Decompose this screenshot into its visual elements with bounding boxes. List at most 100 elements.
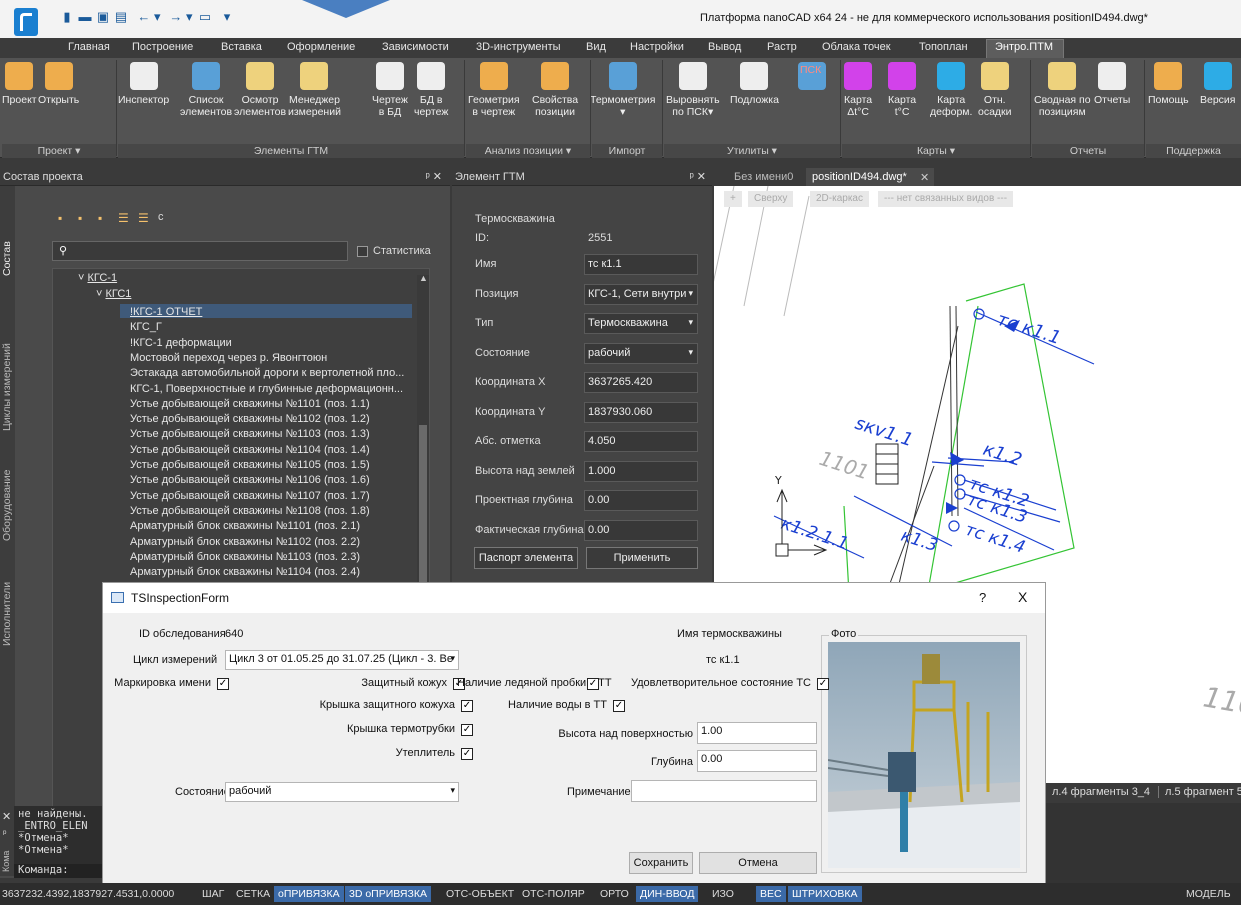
status-toggle[interactable]: ШАГ xyxy=(198,886,228,902)
vtab-executors[interactable]: Исполнители xyxy=(1,582,13,646)
tab-topoplan[interactable]: Топоплан xyxy=(919,41,968,53)
save-as-icon[interactable]: ▤ xyxy=(114,10,128,24)
group-project[interactable]: Проект ▾ xyxy=(2,144,116,158)
ribbon-button-10[interactable]: Термометрия ▾ xyxy=(590,62,655,118)
tree-item[interactable]: Устье добывающей скважины №1105 (поз. 1.… xyxy=(130,459,370,471)
status-toggle[interactable]: 3D оПРИВЯЗКА xyxy=(345,886,431,902)
print-icon[interactable]: ▭ xyxy=(198,10,212,24)
doc-tab-untitled[interactable]: Без имени0 xyxy=(734,171,793,183)
inspection-checkbox[interactable]: ✓ xyxy=(613,700,625,712)
tree-root-node[interactable]: ˅ КГС-1 xyxy=(78,272,117,284)
view-style-button[interactable]: 2D-каркас xyxy=(810,191,869,207)
tree-scrollbar-thumb[interactable] xyxy=(419,425,427,595)
status-toggle[interactable]: ВЕС xyxy=(756,886,786,902)
edit-icon[interactable]: ▪ xyxy=(78,211,82,225)
inspection-checkbox[interactable]: ✓ xyxy=(461,700,473,712)
status-toggle[interactable]: ШТРИХОВКА xyxy=(788,886,862,902)
open-file-icon[interactable]: ▬ xyxy=(78,10,92,24)
tree-item[interactable]: Устье добывающей скважины №1107 (поз. 1.… xyxy=(130,490,370,502)
dialog-close-button[interactable]: X xyxy=(1018,589,1027,605)
ribbon-button-6[interactable]: Чертеж в БД xyxy=(372,62,408,118)
tab-constraints[interactable]: Зависимости xyxy=(382,41,449,53)
ribbon-button-7[interactable]: БД в чертеж xyxy=(414,62,448,118)
tab-output[interactable]: Вывод xyxy=(708,41,741,53)
element-passport-button[interactable]: Паспорт элемента xyxy=(474,547,578,569)
ribbon-button-1[interactable]: Открыть xyxy=(38,62,79,106)
ribbon-button-21[interactable]: Версия xyxy=(1200,62,1235,106)
project-search-input[interactable]: ⚲ xyxy=(52,241,348,261)
field-input[interactable]: 1837930.060 xyxy=(584,401,698,423)
doc-tab-position[interactable]: positionID494.dwg* xyxy=(812,171,907,183)
tree-item[interactable]: Устье добывающей скважины №1101 (поз. 1.… xyxy=(130,398,370,410)
status-toggle[interactable]: СЕТКА xyxy=(232,886,274,902)
inspection-checkbox[interactable]: ✓ xyxy=(217,678,229,690)
undo-icon[interactable]: ← ▾ xyxy=(136,10,162,24)
tab-raster[interactable]: Растр xyxy=(767,41,797,53)
inspection-checkbox[interactable]: ✓ xyxy=(817,678,829,690)
ribbon-button-12[interactable]: Подложка xyxy=(730,62,779,106)
ribbon-button-16[interactable]: Карта деформ. xyxy=(930,62,972,118)
inspection-checkbox[interactable]: ✓ xyxy=(587,678,599,690)
field-input[interactable]: рабочий ▾ xyxy=(584,342,698,364)
tab-3d-tools[interactable]: 3D-инструменты xyxy=(476,41,561,53)
copy-icon[interactable]: ▪ xyxy=(98,211,102,225)
ribbon-button-15[interactable]: Карта t°C xyxy=(888,62,916,118)
group-position-analysis[interactable]: Анализ позиции ▾ xyxy=(466,144,590,158)
field-input[interactable]: 0.00 xyxy=(584,490,698,511)
app-logo-icon[interactable] xyxy=(14,8,38,36)
cycle-select[interactable]: Цикл 3 от 01.05.25 до 31.07.25 (Цикл - 3… xyxy=(225,650,459,670)
ribbon-button-0[interactable]: Проект xyxy=(2,62,37,106)
model-space-label[interactable]: МОДЕЛЬ xyxy=(1182,886,1235,902)
field-input[interactable]: Термоскважина ▾ xyxy=(584,313,698,334)
tree-item[interactable]: КГС_Г xyxy=(130,321,162,333)
tree-item[interactable]: Устье добывающей скважины №1103 (поз. 1.… xyxy=(130,428,370,440)
status-toggle[interactable]: ОТС-ОБЪЕКТ xyxy=(442,886,518,902)
ribbon-button-5[interactable]: Менеджер измерений xyxy=(288,62,341,118)
layout-tab[interactable]: л.4 фрагменты 3_4 xyxy=(1052,786,1150,798)
ribbon-button-3[interactable]: Список элементов xyxy=(180,62,232,118)
statistics-checkbox[interactable] xyxy=(357,246,368,257)
ribbon-button-9[interactable]: Свойства позиции xyxy=(532,62,578,118)
tab-build[interactable]: Построение xyxy=(132,41,193,53)
field-input[interactable]: 3637265.420 xyxy=(584,372,698,393)
field-input[interactable]: 1.000 xyxy=(584,460,698,482)
view-top-button[interactable]: Сверху xyxy=(748,191,794,207)
ribbon-button-14[interactable]: Карта Δt°C xyxy=(844,62,872,118)
field-input[interactable]: 0.00 xyxy=(584,519,698,541)
tree-item[interactable]: Арматурный блок скважины №1101 (поз. 2.1… xyxy=(130,520,360,532)
group-gtm-elements[interactable]: Элементы ГТМ xyxy=(118,144,464,158)
ribbon-button-8[interactable]: Геометрия в чертеж xyxy=(468,62,520,118)
apply-button[interactable]: Применить xyxy=(586,547,698,569)
tree-item[interactable]: Мостовой переход через р. Явонгтоюн xyxy=(130,352,327,364)
tab-entro-ptm[interactable]: Энтро.ПТМ xyxy=(995,41,1053,53)
pin-close-icon[interactable]: ᵖ ✕ xyxy=(426,168,442,186)
group-import[interactable]: Импорт xyxy=(592,144,662,158)
well-photo[interactable] xyxy=(828,642,1020,868)
tree-child-node[interactable]: ˅ КГС1 xyxy=(96,288,131,300)
tree-item[interactable]: Эстакада автомобильной дороги к вертолет… xyxy=(130,367,404,379)
tree-item[interactable]: КГС-1, Поверхностные и глубинные деформа… xyxy=(130,383,403,395)
ribbon-button-2[interactable]: Инспектор xyxy=(118,62,169,106)
ribbon-button-19[interactable]: Отчеты xyxy=(1094,62,1130,106)
tree-item[interactable]: Устье добывающей скважины №1108 (поз. 1.… xyxy=(130,505,370,517)
status-toggle[interactable]: ИЗО xyxy=(708,886,738,902)
sort-icon[interactable]: ☰ xyxy=(118,211,129,225)
status-toggle[interactable]: ДИН-ВВОД xyxy=(636,886,699,902)
tab-format[interactable]: Оформление xyxy=(287,41,355,53)
vtab-equipment[interactable]: Оборудование xyxy=(1,470,13,541)
filter-icon[interactable]: ☰ xyxy=(138,211,149,225)
help-button[interactable]: ? xyxy=(979,590,986,605)
group-maps[interactable]: Карты ▾ xyxy=(842,144,1030,158)
tree-item[interactable]: Устье добывающей скважины №1106 (поз. 1.… xyxy=(130,474,370,486)
status-toggle[interactable]: ОРТО xyxy=(596,886,633,902)
scroll-up-icon[interactable]: ▲ xyxy=(419,273,428,283)
tree-item[interactable]: !КГС-1 ОТЧЕТ xyxy=(130,306,202,318)
status-toggle[interactable]: ОТС-ПОЛЯР xyxy=(518,886,589,902)
layout-tab[interactable]: л.5 фрагмент 5_ xyxy=(1158,786,1241,798)
height-input[interactable]: 1.00 xyxy=(697,722,817,744)
new-file-icon[interactable]: ▮ xyxy=(60,10,74,24)
tree-item[interactable]: Арматурный блок скважины №1102 (поз. 2.2… xyxy=(130,536,360,548)
ribbon-button-18[interactable]: Сводная по позициям xyxy=(1034,62,1091,118)
group-utilities[interactable]: Утилиты ▾ xyxy=(664,144,840,158)
tab-view[interactable]: Вид xyxy=(586,41,606,53)
